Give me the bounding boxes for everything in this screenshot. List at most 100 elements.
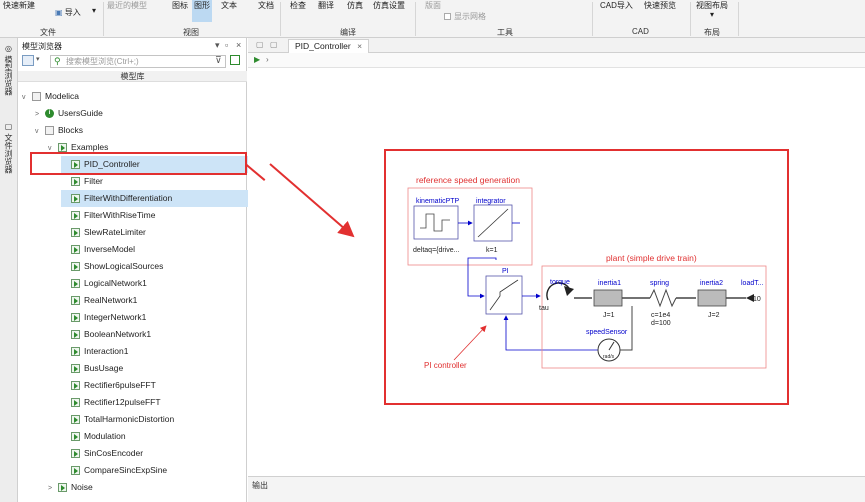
check-button[interactable]: 检查 [290,0,306,11]
tree-item[interactable]: SinCosEncoder [61,445,251,462]
speed-sensor-label: speedSensor [586,329,628,336]
documentation-view-button[interactable]: 文档 [258,0,274,11]
tree-item[interactable]: IntegerNetwork1 [61,309,251,326]
tree-item[interactable]: Modulation [61,428,251,445]
tab-close-icon[interactable]: × [357,41,362,51]
tau-label: tau [539,305,549,312]
spring-icon[interactable] [649,288,677,308]
side-tab-model-browser-label: 模型浏览器 [4,55,13,96]
inertia1-block[interactable] [593,289,623,307]
recent-models-button[interactable]: 最近的模型 [107,0,147,11]
collapse-chevron-icon[interactable]: > [48,480,58,497]
import-dropdown-icon[interactable]: ▾ [92,6,96,15]
simulation-settings-button[interactable]: 仿真设置 [373,0,405,11]
tree-item-label: InverseModel [84,244,136,254]
load-label: loadT... [741,280,764,287]
side-tab-strip: ◎ 模型浏览器 ▢ 文件浏览器 [0,38,18,502]
tree-item-label: IntegerNetwork1 [84,312,147,322]
tab-label: PID_Controller [295,41,351,51]
import-button[interactable]: ▣ 导入 [55,7,81,18]
diagram-canvas[interactable]: reference speed generation kinematicPTP … [248,68,865,476]
run-icon[interactable]: ▶ [254,55,260,64]
inertia2-block[interactable] [697,289,727,307]
tree-item-label: FilterWithRiseTime [84,210,156,220]
side-tab-file-browser[interactable]: ▢ 文件浏览器 [3,122,14,173]
example-model-icon [71,245,80,255]
group-layout: 布局 [704,28,720,37]
filter-icon[interactable]: ⊽ [215,55,222,66]
example-model-icon [71,211,80,221]
inertia1-param: J=1 [603,312,615,319]
search-input[interactable]: ⚲ 搜索模型浏览(Ctrl+;) [50,55,226,68]
tree-item[interactable]: RealNetwork1 [61,292,251,309]
ribbon-separator [280,2,281,36]
tree-item[interactable]: Interaction1 [61,343,251,360]
expand-chevron-icon[interactable]: v [35,123,45,140]
tree-item[interactable]: v Modelica [22,88,251,105]
tab-pid-controller[interactable]: PID_Controller × [288,39,370,53]
example-model-icon [58,483,67,493]
kinematic-block[interactable] [413,205,459,240]
tree-item[interactable]: BooleanNetwork1 [61,326,251,343]
ribbon-separator [738,2,739,36]
example-model-icon [71,381,80,391]
tab-nav-icon[interactable]: ▢ [256,40,264,49]
tree-item[interactable]: TotalHarmonicDistortion [61,411,251,428]
float-icon[interactable]: ▫ [225,40,228,50]
tree-item[interactable]: ShowLogicalSources [61,258,251,275]
path-chevron-icon[interactable]: › [266,55,269,64]
show-grid-toggle[interactable]: 显示网格 [444,11,486,22]
tree-item[interactable]: CompareSincExpSine [61,462,251,479]
ribbon-separator [690,2,691,36]
tree-item[interactable]: Rectifier6pulseFFT [61,377,251,394]
icon-view-button[interactable]: 图标 [172,0,188,11]
example-model-icon [71,415,80,425]
load-value: 10 [753,296,761,303]
layout-button[interactable]: 版面 [425,0,441,11]
ribbon-toolbar: 快速新建 ▣ 导入 ▾ 最近的模型 图标 图形 文本 文档 检查 翻译 仿真 仿… [0,0,865,38]
tree-item[interactable]: SlewRateLimiter [61,224,251,241]
tree-item[interactable]: FilterWithDifferentiation [61,190,251,207]
tree-item[interactable]: BusUsage [61,360,251,377]
quick-new-button[interactable]: 快速新建 [3,0,35,11]
expand-chevron-icon[interactable]: v [22,89,32,106]
search-placeholder: 搜索模型浏览(Ctrl+;) [66,57,139,66]
tree-item[interactable]: > i UsersGuide [35,105,251,122]
app-window: 快速新建 ▣ 导入 ▾ 最近的模型 图标 图形 文本 文档 检查 翻译 仿真 仿… [0,0,865,502]
tree-item[interactable]: > Noise [48,479,251,496]
diagram-view-button[interactable]: 图形 [192,0,212,22]
tree-item[interactable]: FilterWithRiseTime [61,207,251,224]
show-grid-checkbox [444,13,451,21]
tree-highlight-box [30,152,247,175]
collapse-chevron-icon[interactable]: > [35,106,45,123]
spring-label: spring [650,280,669,287]
example-model-icon [71,398,80,408]
view-layout-dropdown-icon[interactable]: ▾ [710,10,714,19]
tree-item-label: Blocks [58,125,84,135]
import-icon: ▣ [55,8,65,17]
library-header: 模型库 [18,71,247,82]
refresh-icon[interactable] [230,55,240,65]
tree-item[interactable]: LogicalNetwork1 [61,275,251,292]
tree-item[interactable]: Filter [61,173,251,190]
side-tab-model-browser[interactable]: ◎ 模型浏览器 [3,44,14,95]
integrator-param: k=1 [486,247,498,254]
torque-arrow-icon [564,286,574,296]
tab-list-icon[interactable]: ▢ [270,40,278,49]
model-list-icon[interactable] [22,55,34,66]
group-cad: CAD [632,27,649,36]
tree-item[interactable]: v Blocks [35,122,251,139]
simulate-button[interactable]: 仿真 [347,0,363,11]
pin-icon[interactable]: ▾ [215,40,220,51]
example-model-icon [71,466,80,476]
close-icon[interactable]: × [236,40,241,50]
text-view-button[interactable]: 文本 [221,0,237,11]
package-icon [32,92,41,102]
translate-button[interactable]: 翻译 [318,0,334,11]
tree-item[interactable]: InverseModel [61,241,251,258]
quick-preview-button[interactable]: 快速预览 [644,0,676,11]
model-list-dropdown-icon[interactable]: ▾ [36,55,40,63]
cad-import-button[interactable]: CAD导入 [600,0,633,11]
integrator-label: integrator [476,198,506,205]
tree-item[interactable]: Rectifier12pulseFFT [61,394,251,411]
